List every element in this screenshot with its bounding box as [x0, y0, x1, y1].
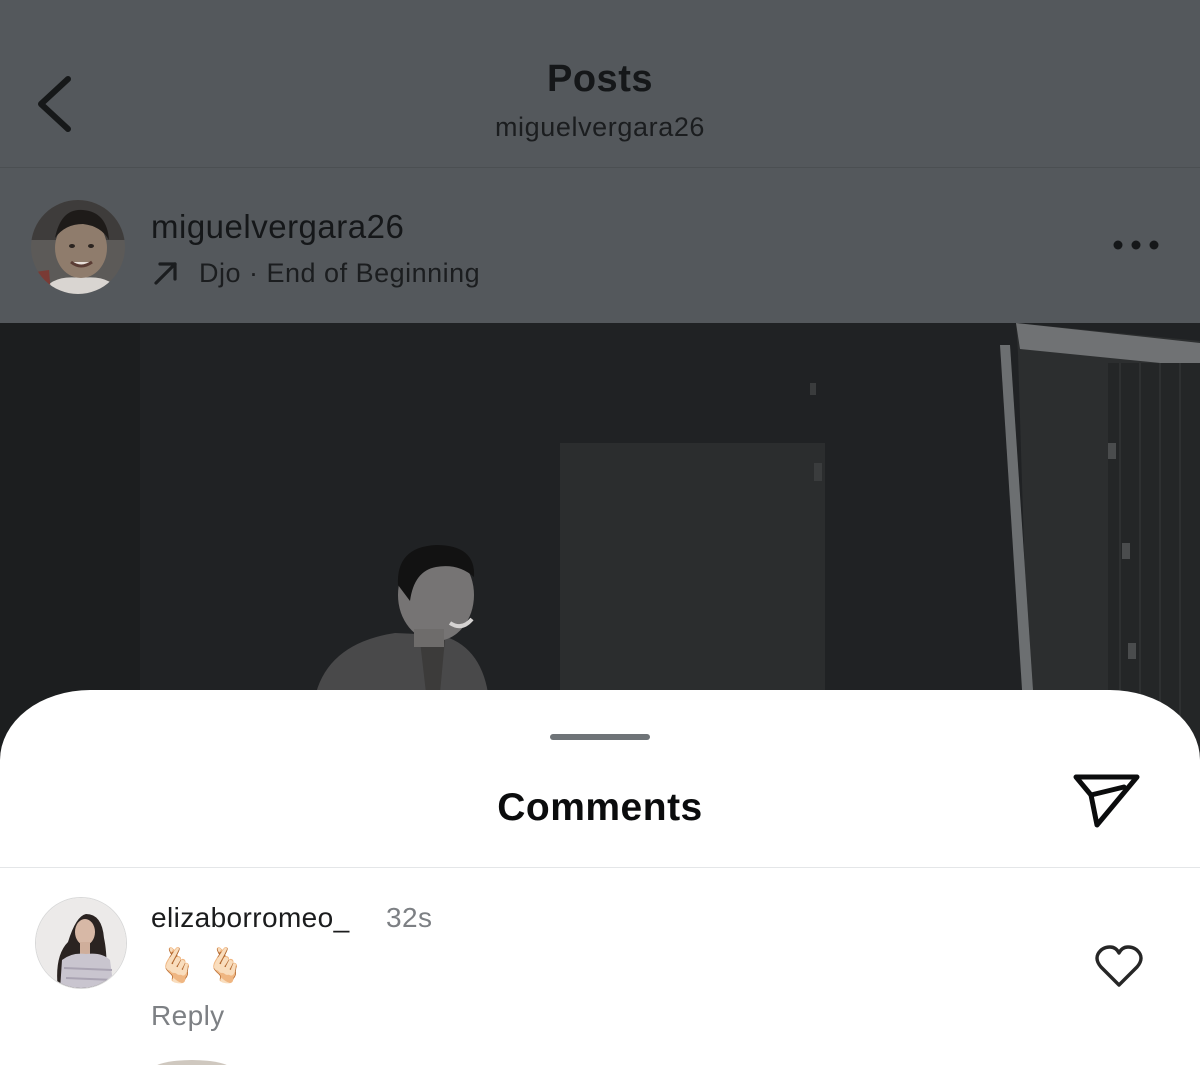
- post-header: [0, 168, 1200, 324]
- more-horizontal-icon: [1113, 240, 1159, 250]
- comments-sheet: Comments elizaborromeo_ 32s 🫰🏻🫰🏻 Reply: [0, 690, 1200, 1065]
- author-avatar[interactable]: [31, 200, 125, 294]
- music-link[interactable]: Djo · End of Beginning: [151, 256, 480, 290]
- arrow-up-right-icon: [154, 262, 177, 285]
- sheet-grabber[interactable]: [550, 734, 650, 740]
- next-comment-avatar[interactable]: [152, 1060, 232, 1065]
- comments-title: Comments: [497, 786, 703, 829]
- comment-username[interactable]: elizaborromeo_: [151, 902, 350, 934]
- heart-icon: [1095, 945, 1143, 987]
- reply-button[interactable]: Reply: [151, 1000, 225, 1032]
- comment-timestamp: 32s: [386, 902, 433, 933]
- comment-text: 🫰🏻🫰🏻: [156, 947, 253, 985]
- like-comment-button[interactable]: [1093, 944, 1145, 990]
- sheet-divider: [0, 867, 1200, 868]
- top-header: Posts miguelvergara26: [0, 0, 1200, 168]
- paper-plane-icon: [1073, 774, 1140, 828]
- more-options-button[interactable]: [1110, 230, 1164, 260]
- post-author-name[interactable]: miguelvergara26: [151, 208, 404, 246]
- music-label: Djo · End of Beginning: [199, 257, 481, 288]
- comment-avatar[interactable]: [35, 897, 127, 989]
- page-subtitle[interactable]: miguelvergara26: [0, 112, 1200, 143]
- page-title: Posts: [547, 58, 653, 100]
- share-button[interactable]: [1070, 770, 1144, 830]
